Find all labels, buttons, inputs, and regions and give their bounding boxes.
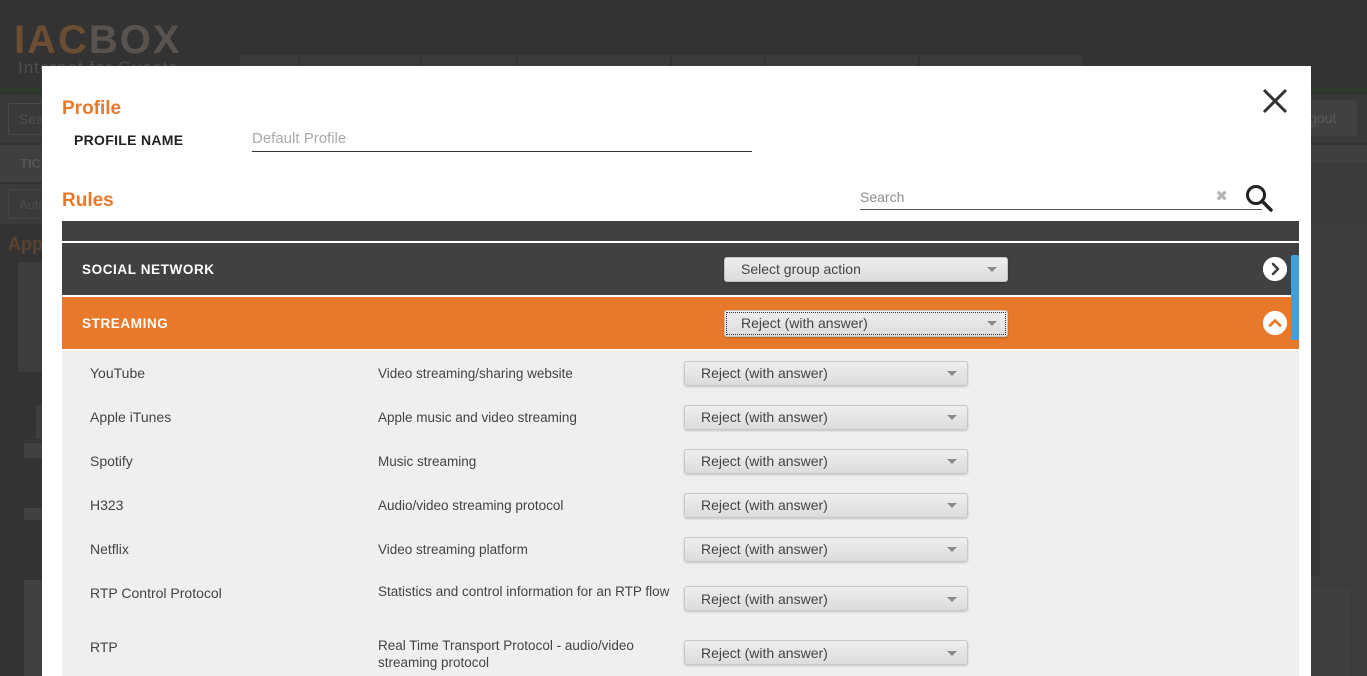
chevron-down-icon [947,503,957,508]
item-name: Netflix [90,541,129,557]
item-action-select[interactable]: Reject (with answer) [684,640,968,665]
group-action-select[interactable]: Select group action [724,256,1008,282]
group-label: SOCIAL NETWORK [82,261,215,277]
app-logo: IACBOX [14,18,182,63]
profile-name-input[interactable] [252,126,752,152]
profile-section-title: Profile [62,98,122,119]
chevron-down-icon [947,596,957,602]
logo-accent: IAC [14,18,89,62]
item-name: RTP Control Protocol [90,585,222,601]
item-description: Audio/video streaming protocol [378,497,564,513]
profile-rules-modal: Profile PROFILE NAME Rules ✖ Select grou… [42,66,1311,676]
chevron-down-icon [947,415,957,420]
rules-list: Select group action SOCIAL NETWORK Selec… [62,221,1311,676]
item-description: Music streaming [378,453,477,469]
chevron-down-icon [947,650,957,656]
group-label: STREAMING [82,315,169,331]
table-row[interactable]: H323 Audio/video streaming protocol Reje… [62,483,1299,527]
group-row[interactable]: Select group action [62,221,1299,241]
item-action-select[interactable]: Reject (with answer) [684,448,968,474]
rules-section-title: Rules [62,190,114,211]
rules-search-group: ✖ [860,184,1280,214]
chevron-down-icon [947,547,957,552]
item-name: H323 [90,497,124,513]
table-row[interactable]: Spotify Music streaming Reject (with ans… [62,439,1299,483]
group-action-select[interactable]: Reject (with answer) [724,309,1008,337]
rules-scroll-region: Select group action SOCIAL NETWORK Selec… [62,221,1311,676]
chevron-right-circle-icon[interactable] [1263,257,1287,281]
search-icon[interactable] [1242,181,1276,220]
rules-search-input[interactable] [860,184,1262,210]
group-row-social-network[interactable]: SOCIAL NETWORK Select group action [62,243,1299,295]
item-description: Video streaming platform [378,541,528,557]
item-name: YouTube [90,365,146,381]
item-description: Statistics and control information for a… [378,584,670,599]
item-name: Spotify [90,453,133,469]
item-action-select[interactable]: Reject (with answer) [684,404,968,430]
clear-icon[interactable]: ✖ [1215,187,1228,205]
item-action-select[interactable]: Reject (with answer) [684,360,968,386]
item-name: RTP [90,639,118,655]
scrollbar-thumb[interactable] [1291,255,1299,340]
table-row[interactable]: RTP Real Time Transport Protocol - audio… [62,625,1299,676]
table-row[interactable]: Apple iTunes Apple music and video strea… [62,395,1299,439]
chevron-down-icon [947,459,957,464]
chevron-down-icon [987,267,997,272]
item-name: Apple iTunes [90,409,172,425]
vertical-scrollbar[interactable] [1291,255,1299,676]
chevron-down-icon [987,321,997,326]
chevron-up-circle-icon[interactable] [1263,311,1287,335]
group-row-streaming[interactable]: STREAMING Reject (with answer) [62,297,1299,349]
table-row[interactable]: RTP Control Protocol Statistics and cont… [62,571,1299,625]
table-row[interactable]: YouTube Video streaming/sharing website … [62,351,1299,395]
item-action-select[interactable]: Reject (with answer) [684,492,968,518]
close-icon[interactable] [1260,86,1290,116]
item-action-select[interactable]: Reject (with answer) [684,586,968,611]
logo-rest: BOX [88,18,182,62]
item-description: Apple music and video streaming [378,409,577,425]
table-row[interactable]: Netflix Video streaming platform Reject … [62,527,1299,571]
item-description: Video streaming/sharing website [378,365,573,381]
chevron-down-icon [947,371,957,376]
profile-name-label: PROFILE NAME [74,132,184,148]
item-action-select[interactable]: Reject (with answer) [684,536,968,562]
item-description: Real Time Transport Protocol - audio/vid… [378,638,634,670]
